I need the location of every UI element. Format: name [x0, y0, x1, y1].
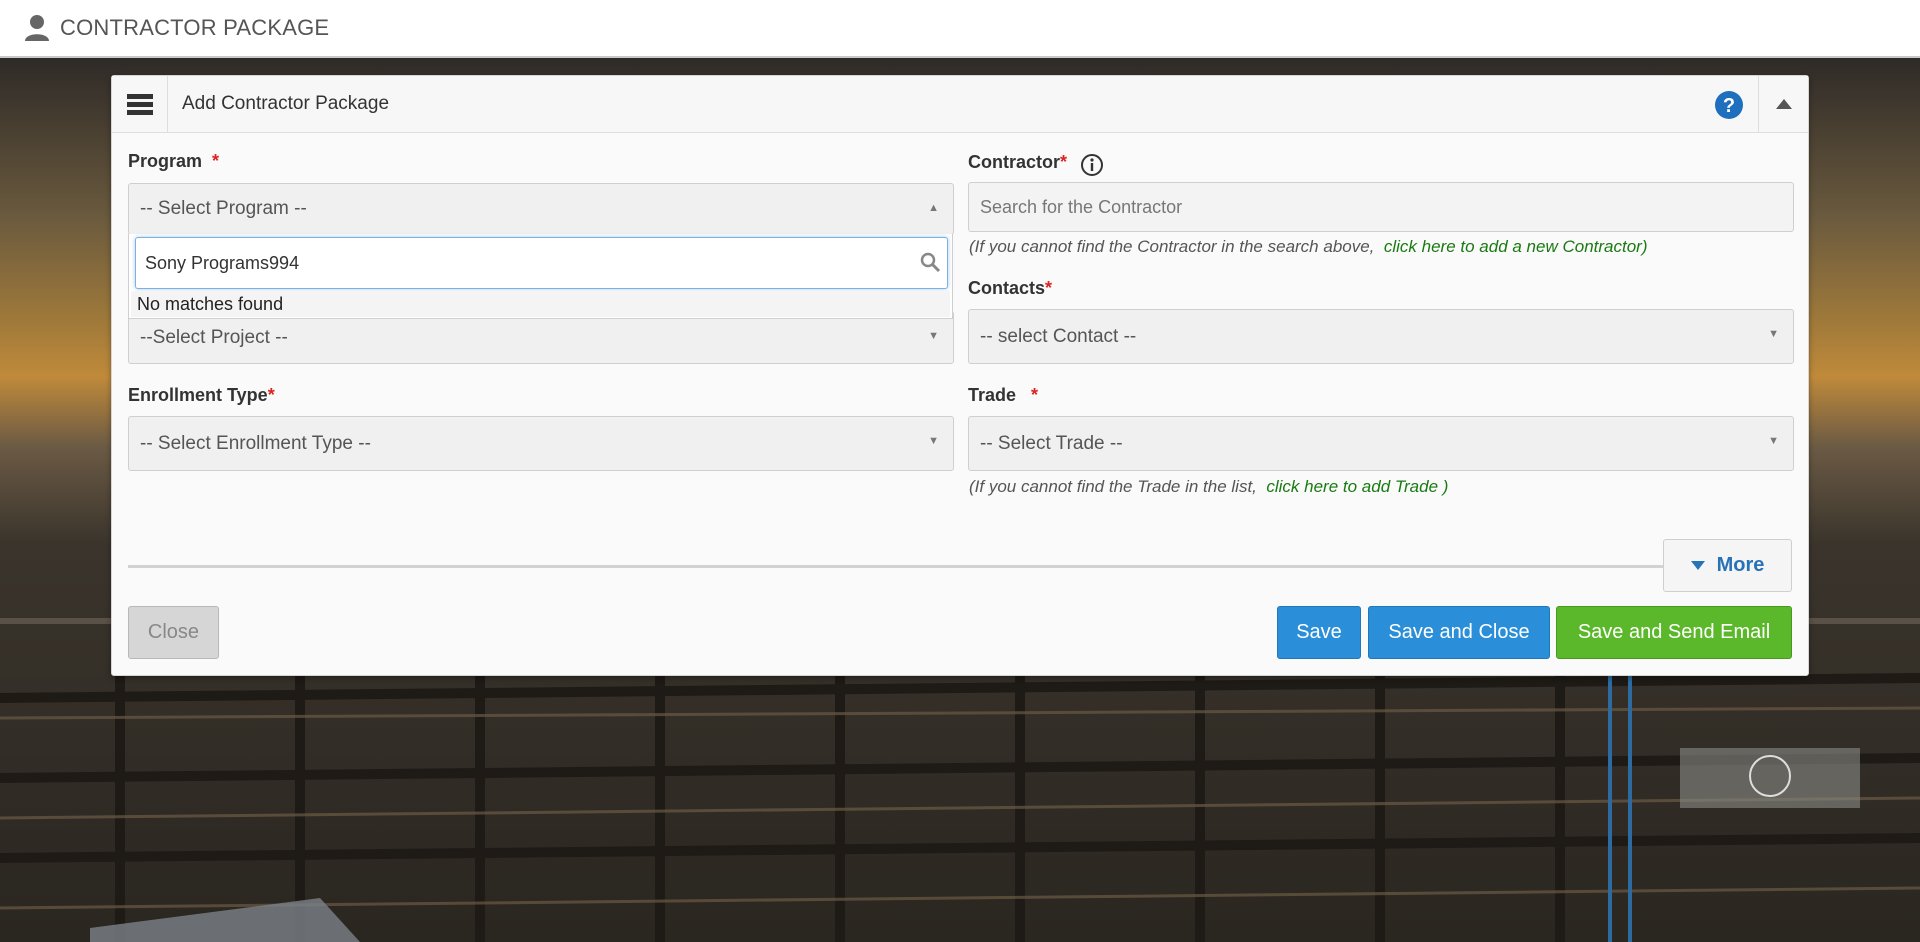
program-select[interactable]: -- Select Program -- ▲ — [128, 183, 954, 235]
more-button-label: More — [1716, 554, 1765, 576]
program-dropdown: Sony Programs994 No matches found — [128, 234, 953, 319]
add-trade-link[interactable]: click here to add Trade ) — [1266, 477, 1448, 496]
program-select-value: -- Select Program -- — [140, 198, 307, 219]
save-and-send-email-button[interactable]: Save and Send Email — [1556, 606, 1792, 659]
caret-down-icon — [1690, 560, 1705, 570]
enrollment-type-label: Enrollment Type* — [128, 385, 275, 405]
contractor-label: Contractor* — [968, 152, 1068, 172]
save-button[interactable]: Save — [1277, 606, 1361, 659]
enrollment-type-select-value: -- Select Enrollment Type -- — [140, 432, 371, 454]
top-header: CONTRACTOR PACKAGE — [0, 0, 1920, 58]
trade-hint: (If you cannot find the Trade in the lis… — [969, 477, 1449, 496]
contractor-search-input[interactable]: Search for the Contractor — [968, 182, 1794, 232]
contractor-hint: (If you cannot find the Contractor in th… — [969, 237, 1648, 256]
contractor-placeholder: Search for the Contractor — [980, 196, 1183, 217]
add-contractor-link[interactable]: click here to add a new Contractor) — [1384, 237, 1648, 256]
program-search-input[interactable]: Sony Programs994 — [135, 237, 948, 289]
chevron-up-icon — [1775, 99, 1792, 109]
trade-select[interactable]: -- Select Trade -- ▼ — [968, 416, 1794, 471]
panel-title: Add Contractor Package — [182, 93, 390, 114]
close-button-label: Close — [147, 621, 200, 643]
svg-text:?: ? — [1723, 95, 1735, 117]
info-icon[interactable] — [1080, 153, 1104, 177]
hamburger-icon — [126, 94, 153, 115]
menu-button[interactable] — [112, 76, 168, 132]
no-matches-message: No matches found — [131, 291, 950, 317]
save-button-label: Save — [1296, 621, 1342, 643]
collapse-button[interactable] — [1758, 76, 1808, 132]
save-and-close-label: Save and Close — [1388, 621, 1530, 643]
more-button[interactable]: More — [1663, 539, 1792, 592]
project-select-value: --Select Project -- — [140, 326, 288, 348]
search-icon — [920, 252, 941, 273]
save-and-send-email-label: Save and Send Email — [1577, 621, 1771, 643]
chevron-down-icon: ▼ — [1768, 328, 1779, 340]
user-icon — [25, 15, 49, 41]
chevron-down-icon: ▼ — [928, 330, 939, 342]
save-and-close-button[interactable]: Save and Close — [1368, 606, 1550, 659]
close-button[interactable]: Close — [128, 606, 219, 659]
contacts-select-value: -- select Contact -- — [980, 325, 1137, 347]
trade-select-value: -- Select Trade -- — [980, 432, 1123, 454]
contacts-select[interactable]: -- select Contact -- ▼ — [968, 309, 1794, 364]
chevron-down-icon: ▼ — [1768, 435, 1779, 447]
chevron-up-icon: ▲ — [928, 202, 939, 214]
add-contractor-package-panel: Add Contractor Package ? Program * -- Se… — [111, 75, 1809, 676]
chevron-down-icon: ▼ — [928, 435, 939, 447]
program-label: Program * — [128, 151, 220, 171]
trade-label: Trade * — [968, 385, 1039, 405]
divider — [128, 565, 1678, 568]
page-title: CONTRACTOR PACKAGE — [60, 15, 330, 40]
panel-header: Add Contractor Package ? — [112, 76, 1808, 133]
enrollment-type-select[interactable]: -- Select Enrollment Type -- ▼ — [128, 416, 954, 471]
contacts-label: Contacts* — [968, 278, 1053, 298]
program-search-value: Sony Programs994 — [145, 252, 300, 273]
help-icon[interactable]: ? — [1714, 90, 1744, 120]
